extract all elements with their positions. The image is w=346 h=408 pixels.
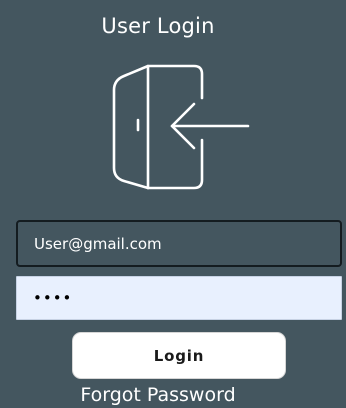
login-door-icon (112, 64, 250, 190)
password-field[interactable] (16, 276, 342, 320)
forgot-password-link[interactable]: Forgot Password (0, 384, 316, 406)
login-button[interactable]: Login (72, 332, 286, 379)
email-field[interactable] (16, 220, 342, 267)
page-title: User Login (101, 14, 215, 38)
login-panel: User Login Login Forgot Password (0, 0, 346, 408)
